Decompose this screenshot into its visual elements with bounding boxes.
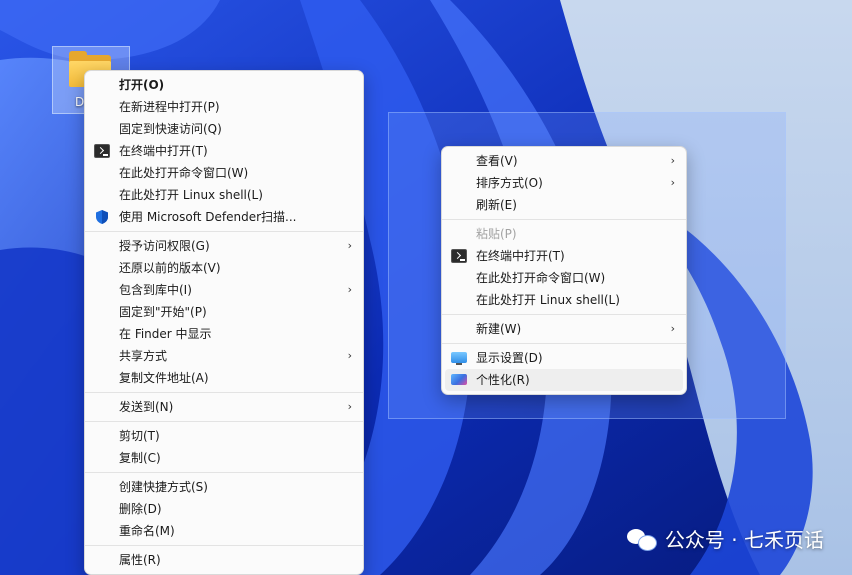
menu-item-left-2-0-n[interactable]: 发送到(N) › (88, 396, 360, 418)
menu-item-label: 查看(V) (476, 154, 518, 168)
wechat-icon (626, 527, 657, 551)
menu-item-left-1-0-g[interactable]: 授予访问权限(G) › (88, 235, 360, 257)
menu-item-label: 固定到快速访问(Q) (119, 122, 222, 136)
menu-item-label: 剪切(T) (119, 429, 160, 443)
menu-item-label: 打开(O) (119, 78, 165, 92)
menu-item-label: 在此处打开 Linux shell(L) (119, 188, 263, 202)
menu-item-left-1-4-finder[interactable]: 在 Finder 中显示 (88, 323, 360, 345)
menu-separator (85, 545, 363, 546)
menu-item-label: 刷新(E) (476, 198, 517, 212)
menu-item-left-1-2-i[interactable]: 包含到库中(I) › (88, 279, 360, 301)
chevron-right-icon: › (670, 322, 675, 335)
menu-item-left-0-0-o[interactable]: 打开(O) (88, 74, 360, 96)
menu-item-label: 共享方式 (119, 349, 168, 363)
menu-item-label: 创建快捷方式(S) (119, 480, 208, 494)
menu-item-left-4-1-d[interactable]: 删除(D) (88, 498, 360, 520)
menu-item-left-1-6-a[interactable]: 复制文件地址(A) (88, 367, 360, 389)
chevron-right-icon: › (670, 176, 675, 189)
folder-label: D (75, 95, 85, 109)
menu-item-label: 发送到(N) (119, 400, 174, 414)
menu-item-label: 复制文件地址(A) (119, 371, 209, 385)
menu-item-label: 在此处打开命令窗口(W) (476, 271, 606, 285)
desktop-context-menu: 查看(V) › 排序方式(O) › 刷新(E) 粘贴(P) 在终端中打开(T) 在此处打开命令… (441, 146, 687, 395)
menu-item-right-3-0-d[interactable]: 显示设置(D) (445, 347, 683, 369)
menu-separator (442, 343, 686, 344)
menu-item-label: 在此处打开命令窗口(W) (119, 166, 249, 180)
monitor-icon (451, 352, 467, 365)
shield-icon (94, 209, 110, 224)
menu-item-right-2-0-w[interactable]: 新建(W) › (445, 318, 683, 340)
menu-item-left-1-1-v[interactable]: 还原以前的版本(V) (88, 257, 360, 279)
menu-item-left-3-0-t[interactable]: 剪切(T) (88, 425, 360, 447)
menu-item-right-1-3-linux-shell-l[interactable]: 在此处打开 Linux shell(L) (445, 289, 683, 311)
menu-item-left-4-2-m[interactable]: 重命名(M) (88, 520, 360, 542)
menu-item-label: 固定到"开始"(P) (119, 305, 207, 319)
menu-item-right-3-1-r[interactable]: 个性化(R) (445, 369, 683, 391)
menu-item-right-0-0-v[interactable]: 查看(V) › (445, 150, 683, 172)
menu-item-label: 新建(W) (476, 322, 522, 336)
terminal-icon (451, 249, 467, 263)
menu-item-label: 个性化(R) (476, 373, 530, 387)
terminal-icon (94, 144, 110, 158)
menu-item-left-0-6-microsoft-defender[interactable]: 使用 Microsoft Defender扫描... (88, 206, 360, 228)
menu-separator (85, 472, 363, 473)
menu-item-left-0-2-q[interactable]: 固定到快速访问(Q) (88, 118, 360, 140)
menu-item-label: 包含到库中(I) (119, 283, 192, 297)
menu-item-label: 粘贴(P) (476, 227, 517, 241)
chevron-right-icon: › (347, 283, 352, 296)
menu-item-label: 重命名(M) (119, 524, 175, 538)
menu-item-label: 排序方式(O) (476, 176, 543, 190)
menu-item-label: 属性(R) (119, 553, 161, 567)
menu-item-label: 显示设置(D) (476, 351, 543, 365)
menu-item-left-1-3-p[interactable]: 固定到"开始"(P) (88, 301, 360, 323)
menu-item-left-0-5-linux-shell-l[interactable]: 在此处打开 Linux shell(L) (88, 184, 360, 206)
menu-item-label: 还原以前的版本(V) (119, 261, 221, 275)
menu-item-right-1-2-w[interactable]: 在此处打开命令窗口(W) (445, 267, 683, 289)
menu-item-label: 在此处打开 Linux shell(L) (476, 293, 620, 307)
menu-item-label: 授予访问权限(G) (119, 239, 210, 253)
menu-separator (85, 392, 363, 393)
menu-item-label: 在 Finder 中显示 (119, 327, 212, 341)
personalize-icon (451, 374, 467, 385)
menu-item-right-0-1-o[interactable]: 排序方式(O) › (445, 172, 683, 194)
menu-separator (85, 421, 363, 422)
menu-item-label: 在新进程中打开(P) (119, 100, 220, 114)
chevron-right-icon: › (347, 239, 352, 252)
menu-item-label: 复制(C) (119, 451, 161, 465)
menu-separator (442, 219, 686, 220)
menu-item-left-4-0-s[interactable]: 创建快捷方式(S) (88, 476, 360, 498)
watermark: 公众号 · 七禾页话 (626, 524, 824, 553)
menu-item-left-0-4-w[interactable]: 在此处打开命令窗口(W) (88, 162, 360, 184)
menu-item-label: 在终端中打开(T) (119, 144, 208, 158)
watermark-text: 公众号 · 七禾页话 (664, 528, 824, 552)
menu-item-right-0-2-e[interactable]: 刷新(E) (445, 194, 683, 216)
menu-item-left-5-0-r[interactable]: 属性(R) (88, 549, 360, 571)
menu-separator (85, 231, 363, 232)
menu-item-left-3-1-c[interactable]: 复制(C) (88, 447, 360, 469)
menu-item-label: 删除(D) (119, 502, 162, 516)
menu-item-right-1-0-p[interactable]: 粘贴(P) (445, 223, 683, 245)
chevron-right-icon: › (347, 349, 352, 362)
menu-item-label: 在终端中打开(T) (476, 249, 565, 263)
menu-item-left-1-5[interactable]: 共享方式 › (88, 345, 360, 367)
chevron-right-icon: › (670, 154, 675, 167)
folder-context-menu: 打开(O) 在新进程中打开(P) 固定到快速访问(Q) 在终端中打开(T) 在此处打开命… (84, 70, 364, 575)
menu-item-label: 使用 Microsoft Defender扫描... (119, 210, 297, 224)
menu-item-left-0-3-t[interactable]: 在终端中打开(T) (88, 140, 360, 162)
chevron-right-icon: › (347, 400, 352, 413)
menu-item-right-1-1-t[interactable]: 在终端中打开(T) (445, 245, 683, 267)
menu-item-left-0-1-p[interactable]: 在新进程中打开(P) (88, 96, 360, 118)
menu-separator (442, 314, 686, 315)
